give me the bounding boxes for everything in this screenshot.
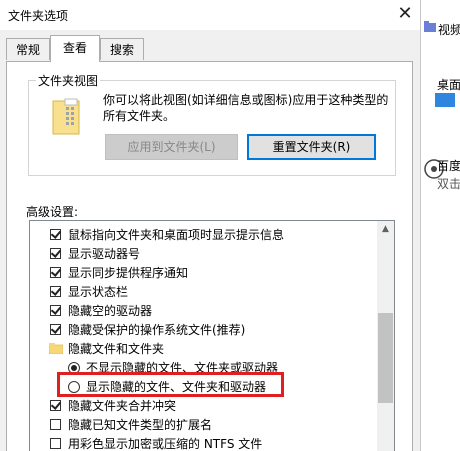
- scroll-up-button[interactable]: ▲: [377, 221, 394, 238]
- reset-folders-button[interactable]: 重置文件夹(R): [247, 134, 376, 160]
- setting-label: 用彩色显示加密或压缩的 NTFS 文件: [68, 437, 263, 451]
- chevron-up-icon: ▲: [382, 224, 389, 234]
- folder-icon: [49, 343, 63, 354]
- folder-options-dialog: 文件夹选项 ✕ 常规 查看 搜索 文件夹视图 你可以将此视图(如详细信息或图标)…: [0, 0, 421, 451]
- scroll-thumb[interactable]: [378, 313, 393, 403]
- folder-views-description: 你可以将此视图(如详细信息或图标)应用于这种类型的所有文件夹。: [103, 93, 389, 123]
- bg-item-baidu[interactable]: 百度: [437, 157, 460, 174]
- checkbox[interactable]: [50, 267, 61, 278]
- advanced-settings-label: 高级设置:: [26, 205, 79, 219]
- folder-views-legend: 文件夹视图: [36, 72, 101, 89]
- setting-label: 显示驱动器号: [68, 247, 141, 261]
- setting-label: 隐藏已知文件类型的扩展名: [68, 418, 213, 432]
- title-bar[interactable]: 文件夹选项 ✕: [0, 0, 420, 30]
- bg-item-video[interactable]: 视频: [438, 21, 460, 38]
- tab-view-label: 查看: [62, 41, 87, 55]
- tab-view[interactable]: 查看: [50, 35, 100, 62]
- setting-label: 隐藏受保护的操作系统文件(推荐): [68, 323, 246, 337]
- tab-search-label: 搜索: [109, 43, 134, 57]
- setting-label: 隐藏空的驱动器: [68, 304, 153, 318]
- close-button[interactable]: ✕: [393, 3, 417, 25]
- tab-general-label: 常规: [15, 43, 40, 57]
- apply-to-folders-button[interactable]: 应用到文件夹(L): [105, 134, 238, 160]
- checkbox[interactable]: [50, 248, 61, 259]
- folder-view-icon: [52, 98, 80, 135]
- desktop-folder-icon: [435, 93, 455, 107]
- window-title: 文件夹选项: [8, 9, 69, 23]
- video-folder-icon: [424, 21, 436, 32]
- checkbox[interactable]: [50, 400, 61, 411]
- tab-general[interactable]: 常规: [6, 38, 50, 60]
- setting-label: 显示同步提供程序通知: [68, 266, 189, 280]
- setting-label: 隐藏文件夹合并冲突: [68, 399, 177, 413]
- tab-search[interactable]: 搜索: [100, 38, 144, 60]
- setting-label: 鼠标指向文件夹和桌面项时显示提示信息: [68, 228, 285, 242]
- close-icon: ✕: [397, 3, 413, 24]
- bg-item-desktop[interactable]: 桌面: [437, 76, 460, 93]
- background-window-strip: 视频 桌面 百度 双击: [421, 0, 460, 451]
- highlight-annotation: [57, 372, 284, 397]
- checkbox[interactable]: [50, 229, 61, 240]
- checkbox[interactable]: [50, 324, 61, 335]
- checkbox[interactable]: [50, 286, 61, 297]
- checkbox[interactable]: [50, 419, 61, 430]
- checkbox[interactable]: [50, 438, 61, 449]
- tree-scrollbar[interactable]: ▲: [377, 221, 394, 451]
- setting-label: 显示状态栏: [68, 285, 129, 299]
- advanced-settings-tree[interactable]: 鼠标指向文件夹和桌面项时显示提示信息 显示驱动器号 显示同步提供程序通知 显示状…: [29, 220, 395, 451]
- checkbox[interactable]: [50, 305, 61, 316]
- bg-item-doubleclick: 双击: [437, 177, 460, 191]
- setting-group-label: 隐藏文件和文件夹: [68, 342, 165, 356]
